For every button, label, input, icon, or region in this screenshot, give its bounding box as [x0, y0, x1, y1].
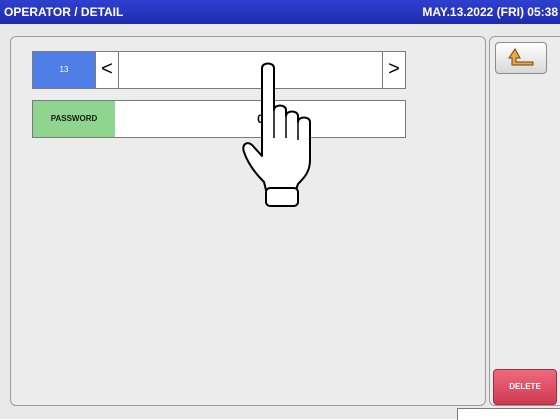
status-box	[457, 408, 560, 420]
hand-pointer-icon	[242, 62, 311, 207]
title-bar: OPERATOR / DETAIL MAY.13.2022 (FRI) 05:3…	[0, 0, 560, 24]
next-operator-button[interactable]: >	[382, 52, 405, 88]
delete-button[interactable]: DELETE	[493, 369, 557, 405]
operator-number[interactable]: 13	[33, 52, 95, 88]
back-button[interactable]	[495, 42, 547, 74]
date-time: MAY.13.2022 (FRI) 05:38	[422, 5, 558, 19]
side-panel	[489, 36, 560, 406]
operator-selector: 13 < >	[32, 51, 406, 89]
prev-operator-button[interactable]: <	[95, 52, 119, 88]
password-row[interactable]: PASSWORD 0	[32, 100, 406, 138]
page-title: OPERATOR / DETAIL	[4, 5, 124, 19]
password-label: PASSWORD	[33, 101, 115, 137]
return-arrow-icon	[508, 48, 534, 66]
